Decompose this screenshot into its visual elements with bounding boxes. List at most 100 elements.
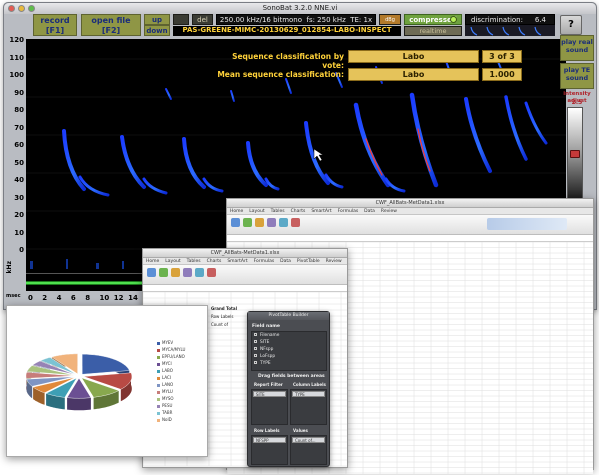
rewind-button[interactable]: [173, 14, 189, 25]
frequency-tick-label: 100: [9, 71, 24, 79]
delete-button[interactable]: del: [192, 14, 213, 25]
checkbox-icon[interactable]: [254, 340, 257, 343]
pivot-builder-panel: PivotTable Builder Field name Filename SI…: [247, 311, 330, 467]
legend-label: MYCI: [162, 361, 172, 366]
realtime-toggle[interactable]: realtime: [404, 26, 462, 36]
time-tick-label: 4: [56, 294, 62, 302]
legend-swatch-icon: [157, 418, 160, 422]
pivot-field-label: NFspp: [260, 347, 274, 352]
legend-item: MYSO: [157, 396, 174, 401]
window-title: SonoBat 3.2.0 NNE.vi: [262, 4, 338, 12]
excel-front-tab-data[interactable]: Data: [280, 259, 291, 264]
excel-front-tab-pivottable[interactable]: PivotTable: [297, 259, 320, 264]
excel-back-tab-home[interactable]: Home: [230, 209, 243, 214]
legend-label: MYEV: [162, 340, 174, 345]
record-button[interactable]: record [F1]: [33, 14, 77, 36]
up-button[interactable]: up: [144, 14, 170, 25]
pivot-field-item[interactable]: Filename: [254, 333, 279, 338]
excel-back-tab-charts[interactable]: Charts: [291, 209, 306, 214]
style-gallery[interactable]: [487, 218, 567, 230]
pivot-field-item[interactable]: NFspp: [254, 347, 273, 352]
legend-item: MYLU: [157, 389, 173, 394]
play-te-sound-button[interactable]: play TE sound: [560, 63, 594, 89]
excel-back-formula-bar[interactable]: [227, 235, 593, 242]
field-name-label: Field name: [252, 324, 280, 329]
excel-front-tab-review[interactable]: Review: [326, 259, 342, 264]
pie-chart[interactable]: [7, 306, 209, 458]
open-file-key: [F2]: [101, 26, 121, 35]
mean-value-field: 1.000: [482, 68, 522, 81]
play-real-sound-button[interactable]: play real sound: [560, 35, 594, 61]
format-icon[interactable]: [255, 218, 264, 227]
group-icon[interactable]: [183, 268, 192, 277]
time-tick-label: 2: [42, 294, 48, 302]
intensity-value: 2.5: [571, 99, 583, 106]
pivot-count-cell: Count of: [211, 322, 229, 327]
minimize-window-icon[interactable]: [18, 5, 25, 12]
excel-front-tab-charts[interactable]: Charts: [207, 259, 222, 264]
record-key: [F1]: [45, 26, 65, 35]
checkbox-icon[interactable]: [254, 361, 257, 364]
close-window-icon[interactable]: [8, 5, 15, 12]
insert-icon[interactable]: [243, 218, 252, 227]
checkbox-icon[interactable]: [254, 354, 257, 357]
intensity-slider-track[interactable]: [567, 107, 583, 199]
open-file-button[interactable]: open file [F2]: [81, 14, 141, 36]
column-labels-chip[interactable]: TYPE: [292, 391, 325, 397]
excel-front-formula-bar[interactable]: [143, 285, 347, 292]
checkbox-icon[interactable]: [254, 333, 257, 336]
zoom-window-icon[interactable]: [28, 5, 35, 12]
legend-item: EPFU/LANO: [157, 354, 185, 359]
excel-front-tab-home[interactable]: Home: [146, 259, 159, 264]
excel-front-title: CWF_AllBats-MetData1.xlsx: [143, 249, 347, 258]
excel-back-tab-smartart[interactable]: SmartArt: [311, 209, 331, 214]
new-sheet-icon[interactable]: [231, 218, 240, 227]
pivot-field-item[interactable]: LoFspp: [254, 354, 275, 359]
file-name-display: PAS-GREENE-MIMC-20130629_012854-LABO-INS…: [173, 26, 401, 36]
discrimination-label: discrimination:: [471, 16, 523, 24]
excel-back-tab-layout[interactable]: Layout: [249, 209, 264, 214]
excel-front-tab-layout[interactable]: Layout: [165, 259, 180, 264]
frequency-tick-label: 90: [14, 88, 24, 97]
excel-back-tab-review[interactable]: Review: [381, 209, 397, 214]
pie-slice-side: [67, 397, 91, 411]
report-filter-chip[interactable]: SITE: [253, 391, 286, 397]
clear-icon[interactable]: [207, 268, 216, 277]
excel-back-tab-tables[interactable]: Tables: [271, 209, 285, 214]
open-file-label: open file: [91, 16, 131, 25]
legend-swatch-icon: [157, 362, 160, 366]
time-tick-label: 14: [128, 294, 138, 302]
help-button[interactable]: ?: [560, 15, 582, 35]
pivot-field-label: LoFspp: [260, 354, 276, 359]
row-labels-chip[interactable]: NFSPP: [253, 437, 286, 443]
pivot-field-label: TYPE: [260, 361, 271, 366]
options-icon[interactable]: [171, 268, 180, 277]
legend-label: MYSO: [162, 396, 174, 401]
excel-front-tab-tables[interactable]: Tables: [187, 259, 201, 264]
sort-icon[interactable]: [195, 268, 204, 277]
mean-classification-label: Mean sequence classification:: [217, 70, 344, 79]
chart-icon[interactable]: [267, 218, 276, 227]
intensity-slider-handle[interactable]: [570, 150, 580, 158]
pivot-field-item[interactable]: SITE: [254, 340, 269, 345]
pivot-table-icon[interactable]: [147, 268, 156, 277]
excel-back-tab-data[interactable]: Data: [364, 209, 375, 214]
values-chip[interactable]: Count of...: [292, 437, 325, 443]
frequency-axis: 120 110 100 90 80 70 60 50 40 30 20 10 0: [7, 36, 26, 273]
legend-swatch-icon: [157, 348, 160, 352]
excel-front-tab-formulas[interactable]: Formulas: [254, 259, 275, 264]
filter-icon[interactable]: [291, 218, 300, 227]
window-title-bar: SonoBat 3.2.0 NNE.vi: [4, 3, 596, 14]
fs-info: fs: 250 kHz: [306, 16, 346, 24]
table-icon[interactable]: [279, 218, 288, 227]
excel-back-tab-formulas[interactable]: Formulas: [338, 209, 359, 214]
pivot-field-item[interactable]: TYPE: [254, 361, 271, 366]
frequency-tick-label: 60: [14, 141, 24, 149]
down-button[interactable]: down: [144, 25, 170, 36]
refresh-icon[interactable]: [159, 268, 168, 277]
excel-front-tab-smartart[interactable]: SmartArt: [227, 259, 247, 264]
legend-label: LACI: [162, 375, 171, 380]
drag-fields-label: Drag fields between areas: [258, 374, 325, 379]
vote-species-field: Labo: [348, 50, 479, 63]
checkbox-icon[interactable]: [254, 347, 257, 350]
